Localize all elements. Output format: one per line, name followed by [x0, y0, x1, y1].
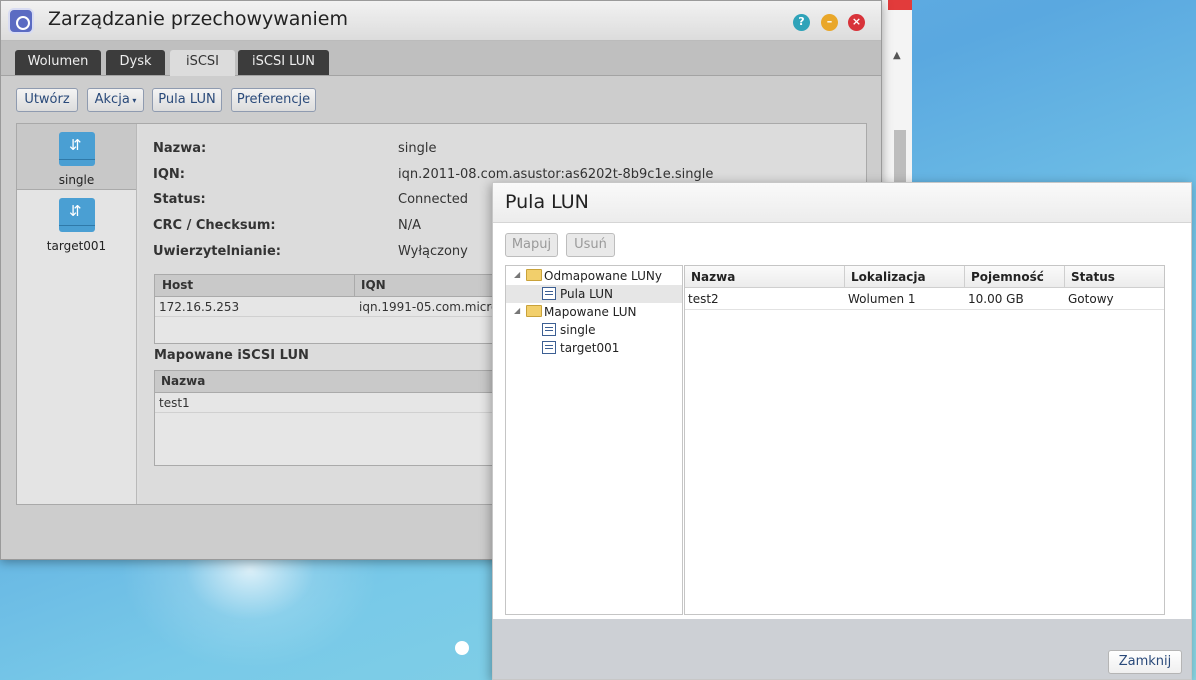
window-title: Zarządzanie przechowywaniem	[48, 8, 348, 30]
table-row[interactable]: test2 Wolumen 1 10.00 GB Gotowy	[685, 288, 1164, 310]
toolbar: Utwórz Akcja ▾ Pula LUN Preferencje	[1, 76, 881, 124]
name-cell: test1	[159, 396, 190, 410]
capacity-cell: 10.00 GB	[968, 292, 1024, 306]
storage-manager-icon	[8, 8, 34, 34]
map-button[interactable]: Mapuj	[505, 233, 558, 257]
detail-value: iqn.2011-08.com.asustor:as6202t-8b9c1e.s…	[398, 167, 714, 182]
tree-node-mapped[interactable]: ◢ Mapowane LUN	[506, 303, 682, 321]
detail-value: single	[398, 141, 437, 156]
target-item-target001[interactable]: ⇵ target001	[17, 190, 136, 256]
folder-icon	[526, 305, 542, 317]
column-header-location[interactable]: Lokalizacja	[851, 270, 926, 284]
iscsi-target-icon: ⇵	[59, 132, 95, 166]
background-window: ▲	[880, 0, 912, 185]
name-cell: test2	[688, 292, 719, 306]
tree-node-label: Odmapowane LUNy	[544, 269, 662, 283]
iscsi-target-icon: ⇵	[59, 198, 95, 232]
table-header: Nazwa Lokalizacja Pojemność Status	[685, 266, 1164, 288]
lun-tree: ◢ Odmapowane LUNy Pula LUN ◢ Mapowane LU…	[505, 265, 683, 615]
tab-wolumen[interactable]: Wolumen	[15, 50, 101, 75]
dialog-title: Pula LUN	[505, 191, 589, 213]
action-label: Akcja	[94, 92, 130, 107]
expand-triangle-icon[interactable]: ◢	[514, 306, 520, 315]
tab-iscsi[interactable]: iSCSI	[170, 50, 235, 76]
detail-label: Uwierzytelnianie:	[153, 244, 281, 259]
host-cell: 172.16.5.253	[159, 300, 240, 314]
tree-node-label: Pula LUN	[560, 287, 613, 301]
lun-table: Nazwa Lokalizacja Pojemność Status test2…	[684, 265, 1165, 615]
dropdown-arrow-icon: ▾	[129, 96, 137, 105]
column-header-name[interactable]: Nazwa	[691, 270, 735, 284]
tree-node-single[interactable]: single	[506, 321, 682, 339]
window-titlebar[interactable]: Zarządzanie przechowywaniem ? – ×	[1, 1, 881, 41]
scroll-up-icon[interactable]: ▲	[893, 50, 901, 61]
tree-node-label: Mapowane LUN	[544, 305, 637, 319]
close-button[interactable]: Zamknij	[1108, 650, 1182, 674]
tree-node-label: single	[560, 323, 596, 337]
detail-label: Nazwa:	[153, 141, 207, 156]
tab-bar: Wolumen Dysk iSCSI iSCSI LUN	[1, 41, 881, 76]
scrollbar[interactable]	[894, 130, 906, 185]
create-button[interactable]: Utwórz	[16, 88, 78, 112]
column-header-iqn[interactable]: IQN	[361, 278, 386, 292]
mapped-lun-title: Mapowane iSCSI LUN	[154, 348, 309, 363]
column-header-status[interactable]: Status	[1071, 270, 1115, 284]
folder-icon	[526, 269, 542, 281]
action-button[interactable]: Akcja ▾	[87, 88, 144, 112]
dialog-titlebar[interactable]: Pula LUN	[493, 183, 1191, 223]
lun-icon	[542, 287, 556, 300]
target-label: target001	[46, 239, 107, 253]
tree-node-label: target001	[560, 341, 620, 355]
status-cell: Gotowy	[1068, 292, 1114, 306]
detail-label: Status:	[153, 192, 206, 207]
preferences-button[interactable]: Preferencje	[231, 88, 316, 112]
lun-icon	[542, 323, 556, 336]
detail-label: CRC / Checksum:	[153, 218, 276, 233]
dialog-body: Mapuj Usuń ◢ Odmapowane LUNy Pula LUN ◢ …	[493, 223, 1191, 619]
location-cell: Wolumen 1	[848, 292, 916, 306]
target-label: single	[58, 173, 95, 187]
lun-pool-button[interactable]: Pula LUN	[152, 88, 222, 112]
tree-node-target001[interactable]: target001	[506, 339, 682, 357]
help-icon[interactable]: ?	[793, 14, 810, 31]
target-list: ⇵ single ⇵ target001	[17, 124, 137, 504]
desktop-dot	[455, 641, 469, 655]
tree-node-lun-pool[interactable]: Pula LUN	[506, 285, 682, 303]
iqn-cell: iqn.1991-05.com.micros	[359, 300, 499, 314]
minimize-icon[interactable]: –	[821, 14, 838, 31]
background-close-button[interactable]	[888, 0, 912, 10]
column-header-name[interactable]: Nazwa	[161, 374, 205, 388]
detail-label: IQN:	[153, 167, 185, 182]
close-icon[interactable]: ×	[848, 14, 865, 31]
target-item-single[interactable]: ⇵ single	[17, 124, 136, 190]
tree-node-unmapped[interactable]: ◢ Odmapowane LUNy	[506, 267, 682, 285]
column-header-host[interactable]: Host	[162, 278, 193, 292]
lun-icon	[542, 341, 556, 354]
lun-pool-dialog: Pula LUN Mapuj Usuń ◢ Odmapowane LUNy Pu…	[492, 182, 1192, 680]
column-header-capacity[interactable]: Pojemność	[971, 270, 1044, 284]
tab-dysk[interactable]: Dysk	[106, 50, 165, 75]
dialog-footer: Zamknij	[493, 619, 1191, 679]
tab-iscsi-lun[interactable]: iSCSI LUN	[238, 50, 329, 75]
delete-button[interactable]: Usuń	[566, 233, 615, 257]
expand-triangle-icon[interactable]: ◢	[514, 270, 520, 279]
